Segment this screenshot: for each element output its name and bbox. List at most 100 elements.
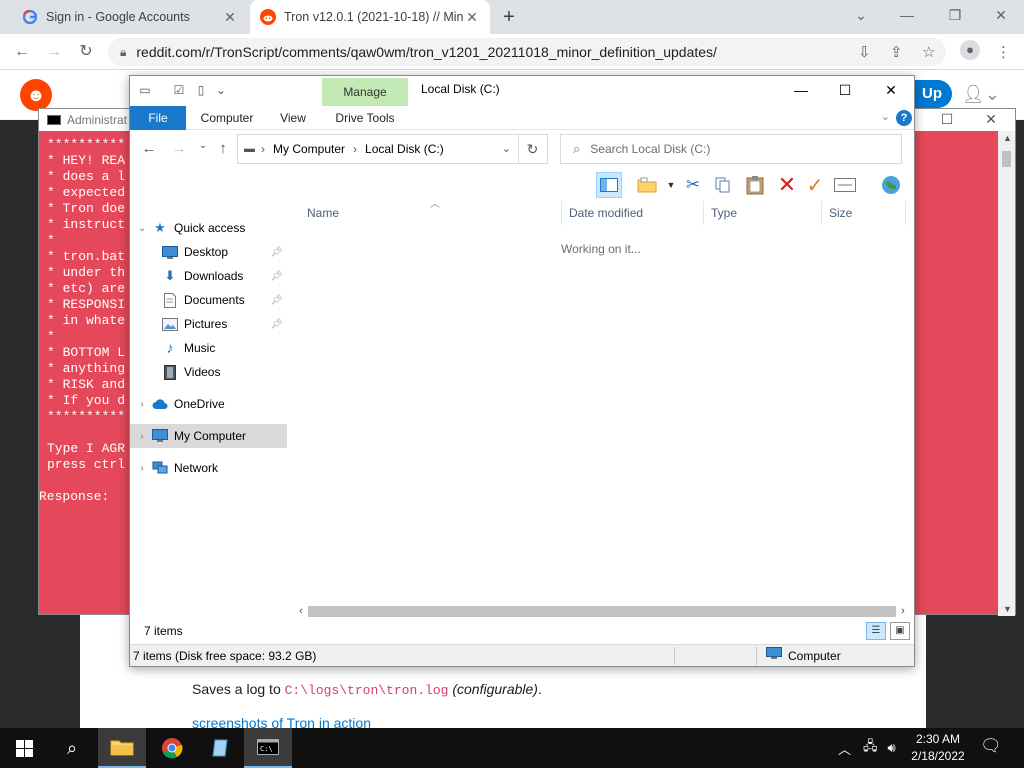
restore-icon[interactable]: ❐ (932, 0, 978, 30)
preview-pane-icon[interactable] (596, 172, 622, 198)
chevron-right-icon[interactable]: › (136, 463, 148, 474)
new-tab-button[interactable]: + (498, 6, 520, 28)
reload-icon[interactable]: ↻ (74, 40, 98, 64)
search-icon[interactable]: ⌕ (48, 728, 96, 768)
close-tab-icon[interactable]: ✕ (222, 9, 238, 26)
back-arrow-icon[interactable]: ← (140, 140, 158, 157)
nav-onedrive[interactable]: › OneDrive (130, 392, 287, 416)
pin-icon[interactable]: 📌︎ (270, 319, 283, 330)
large-icons-view-icon[interactable]: ▣ (890, 622, 910, 640)
nav-downloads[interactable]: ⬇ Downloads 📌︎ (130, 264, 287, 288)
chevron-down-icon[interactable]: ⌄ (136, 223, 148, 234)
nav-desktop[interactable]: Desktop 📌︎ (130, 240, 287, 264)
file-explorer-icon[interactable] (98, 728, 146, 768)
scroll-left-icon[interactable]: ‹ (294, 603, 308, 620)
cut-icon[interactable]: ✂ (680, 172, 706, 198)
cmd-scrollbar[interactable]: ▲ ▼ (998, 131, 1015, 616)
user-menu-icon[interactable]: 👤︎⌄ (962, 84, 1000, 105)
share-icon[interactable]: ⇪ (890, 43, 903, 61)
more-menu-icon[interactable]: ⋮ (996, 43, 1011, 61)
pin-icon[interactable]: 📌︎ (270, 247, 283, 258)
network-icon[interactable]: 🖧︎ (863, 737, 878, 759)
volume-icon[interactable]: 🔊︎ (888, 740, 896, 756)
back-arrow-icon[interactable]: ← (10, 40, 34, 64)
address-box[interactable]: ▬ › My Computer › Local Disk (C:) ⌄ (237, 134, 548, 164)
nav-pictures[interactable]: Pictures 📌︎ (130, 312, 287, 336)
horizontal-scrollbar[interactable]: ‹ › (294, 603, 914, 620)
breadcrumb-local-disk[interactable]: Local Disk (C:) (365, 142, 444, 156)
pin-icon[interactable]: 📌︎ (270, 295, 283, 306)
reddit-logo-icon[interactable]: ☻ (20, 79, 52, 111)
breadcrumb-my-computer[interactable]: My Computer (273, 142, 345, 156)
close-tab-icon[interactable]: ✕ (464, 9, 480, 26)
column-name[interactable]: Name (300, 201, 562, 225)
scroll-thumb[interactable] (308, 606, 896, 617)
nav-quick-access[interactable]: ⌄ ★ Quick access (130, 216, 287, 240)
tab-google-accounts[interactable]: Sign in - Google Accounts ✕ (0, 0, 248, 34)
copy-icon[interactable] (710, 172, 736, 198)
bookmark-star-icon[interactable]: ☆ (922, 43, 935, 61)
tab-drive-tools[interactable]: Drive Tools (324, 106, 406, 130)
delete-icon[interactable]: ✕ (774, 172, 800, 198)
chevron-up-icon[interactable]: ︿ (838, 739, 851, 758)
search-icon: ⌕ (573, 141, 581, 156)
notification-icon[interactable]: 🗨︎ (980, 736, 1002, 756)
address-bar[interactable]: 🔒︎ reddit.com/r/TronScript/comments/qaw0… (108, 38, 946, 66)
refresh-icon[interactable]: ↻ (518, 135, 546, 163)
signup-button[interactable]: Up (912, 80, 952, 108)
up-arrow-icon[interactable]: ↑ (214, 140, 232, 157)
cmd-icon[interactable]: C:\ (244, 728, 292, 768)
maximize-icon[interactable]: ☐ (822, 76, 868, 104)
paste-icon[interactable] (742, 172, 768, 198)
profile-avatar-icon[interactable]: ● (960, 40, 980, 60)
pin-icon[interactable]: 📌︎ (270, 271, 283, 282)
nav-videos[interactable]: Videos (130, 360, 287, 384)
recent-locations-icon[interactable]: ⌄ (194, 140, 212, 151)
checkmark-icon[interactable]: ✓ (802, 172, 828, 198)
new-folder-icon[interactable]: ▯ (194, 83, 208, 97)
chevron-down-icon[interactable]: ⌄ (502, 142, 511, 155)
nav-music[interactable]: ♪ Music (130, 336, 287, 360)
new-folder-icon[interactable] (634, 172, 660, 198)
details-view-icon[interactable]: ☰ (866, 622, 886, 640)
column-date-modified[interactable]: Date modified (562, 201, 704, 225)
forward-arrow-icon[interactable]: → (42, 40, 66, 64)
properties-icon[interactable]: ☑ (172, 83, 186, 97)
network-icon (152, 460, 168, 476)
documents-icon (162, 292, 178, 308)
tab-computer[interactable]: Computer (192, 106, 262, 130)
close-icon[interactable]: ✕ (971, 111, 1011, 128)
tab-view[interactable]: View (270, 106, 316, 130)
minimize-icon[interactable]: — (884, 0, 930, 30)
tab-file[interactable]: File (130, 106, 186, 130)
globe-icon[interactable] (878, 172, 904, 198)
nav-documents[interactable]: Documents 📌︎ (130, 288, 287, 312)
system-clock[interactable]: 2:30 AM 2/18/2022 (906, 731, 970, 765)
chevron-right-icon[interactable]: › (136, 431, 148, 442)
rename-icon[interactable] (832, 172, 858, 198)
search-input[interactable]: ⌕ Search Local Disk (C:) (560, 134, 902, 164)
close-icon[interactable]: ✕ (868, 76, 914, 104)
manage-tab[interactable]: Manage (322, 78, 408, 106)
customize-qat-icon[interactable]: ⌄ (214, 83, 228, 97)
column-type[interactable]: Type (704, 201, 822, 225)
notepad-icon[interactable] (196, 728, 244, 768)
chevron-down-icon[interactable]: ⌄ (881, 110, 890, 123)
minimize-icon[interactable]: — (778, 76, 824, 104)
tab-reddit-tron[interactable]: Tron v12.0.1 (2021-10-18) // Min ✕ (250, 0, 490, 34)
crumb-sep: › (261, 142, 265, 156)
close-window-icon[interactable]: ✕ (978, 0, 1024, 30)
chevron-down-icon[interactable]: ⌄ (838, 0, 884, 30)
column-size[interactable]: Size (822, 201, 906, 225)
music-note-icon: ♪ (166, 339, 174, 357)
nav-my-computer[interactable]: › My Computer (130, 424, 287, 448)
forward-arrow-icon[interactable]: → (170, 140, 188, 157)
install-icon[interactable]: ⇩ (858, 43, 871, 61)
windows-start-icon[interactable] (0, 728, 48, 768)
nav-network[interactable]: › Network (130, 456, 287, 480)
chevron-right-icon[interactable]: › (136, 399, 148, 410)
maximize-icon[interactable]: ☐ (927, 111, 967, 128)
help-icon[interactable]: ? (896, 110, 912, 126)
scroll-right-icon[interactable]: › (896, 603, 910, 620)
chrome-icon[interactable] (148, 728, 196, 768)
